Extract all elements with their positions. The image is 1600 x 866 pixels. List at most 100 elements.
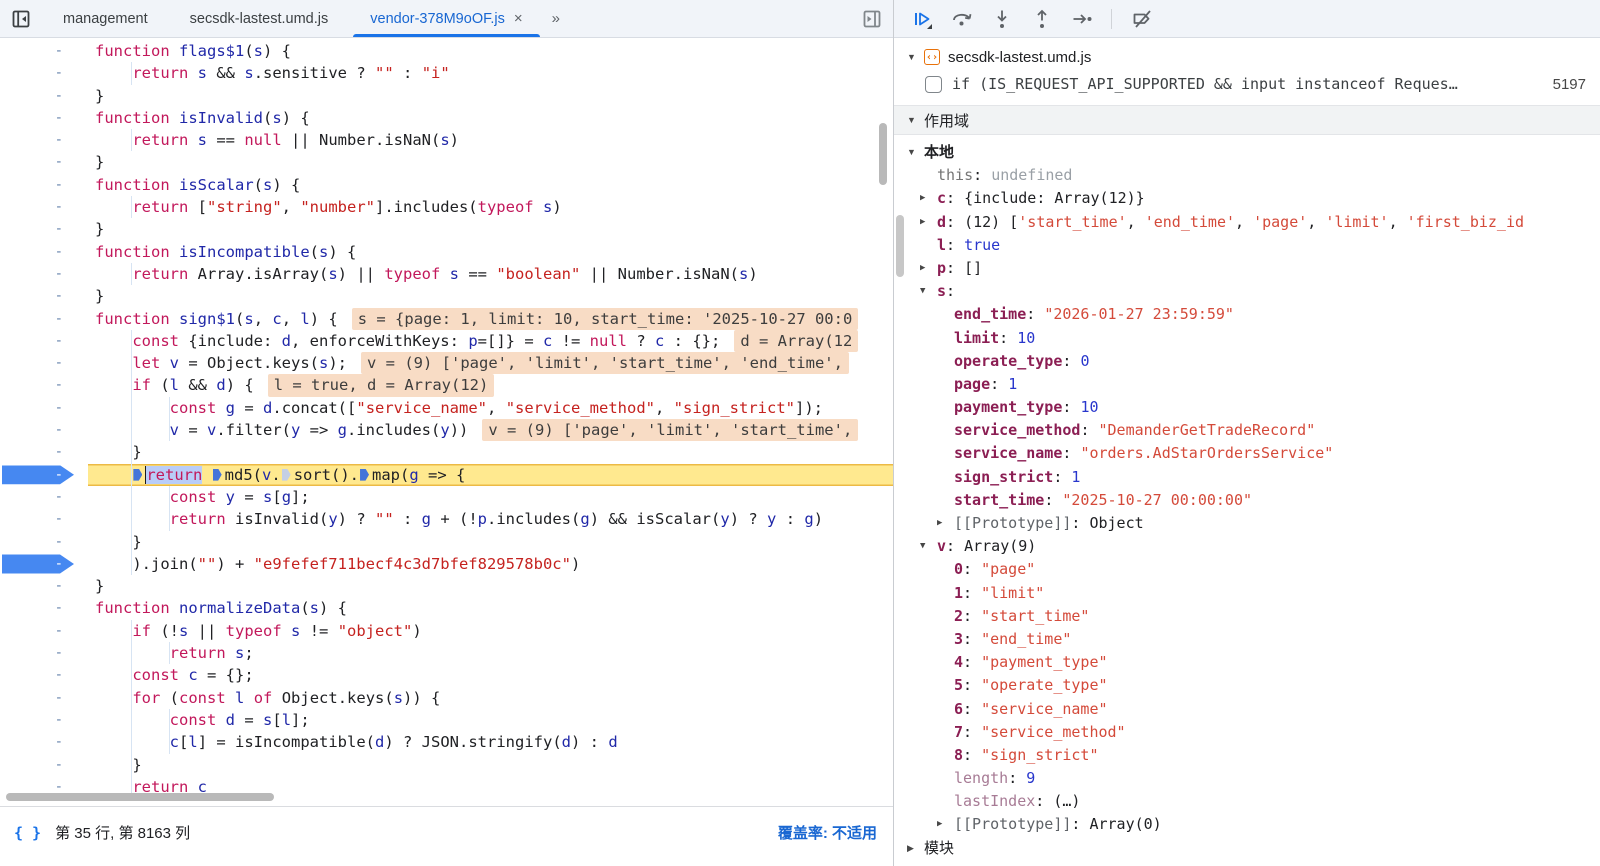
line-gutter[interactable]: -	[0, 397, 88, 419]
line-gutter[interactable]: -	[0, 218, 88, 240]
chevron-right-icon[interactable]: ▶	[920, 187, 937, 210]
editor-horizontal-scrollbar[interactable]	[6, 793, 274, 801]
line-gutter[interactable]: -	[0, 174, 88, 196]
tab-secsdk-lastest[interactable]: secsdk-lastest.umd.js	[169, 0, 350, 37]
scope-variable-row[interactable]: ▶ [[Prototype]]: Object	[894, 512, 1600, 535]
breakpoint-code-snippet: if (IS_REQUEST_API_SUPPORTED && input in…	[952, 75, 1458, 93]
line-gutter[interactable]: -	[0, 308, 88, 330]
step-button[interactable]	[1068, 5, 1095, 32]
line-gutter[interactable]: -	[0, 241, 88, 263]
pretty-print-button[interactable]: { }	[14, 824, 41, 842]
code-token: }	[95, 577, 105, 596]
line-gutter[interactable]: -	[0, 620, 88, 642]
code-token: }	[95, 287, 105, 306]
breakpoint-checkbox[interactable]	[925, 75, 942, 93]
chevron-right-icon[interactable]: ▶	[920, 211, 937, 234]
code-token: function	[95, 242, 170, 261]
chevron-right-icon[interactable]: ▶	[937, 512, 954, 535]
hide-navigator-button[interactable]	[0, 0, 42, 37]
scope-variable-row[interactable]: ▼ s:	[894, 280, 1600, 303]
scope-variable-row[interactable]: ▶ c: {include: Array(12)}	[894, 187, 1600, 210]
step-location-marker-icon[interactable]	[281, 468, 291, 481]
line-gutter[interactable]: -	[0, 731, 88, 753]
line-gutter[interactable]: -	[0, 419, 88, 441]
tabs-overflow-button[interactable]: »	[544, 0, 566, 37]
chevron-right-icon[interactable]: ▶	[907, 837, 924, 860]
gutter-dash: -	[54, 667, 63, 684]
chevron-right-icon[interactable]: ▶	[920, 257, 937, 280]
line-gutter[interactable]: -	[0, 642, 88, 664]
colon: :	[946, 212, 965, 231]
line-gutter[interactable]: -	[0, 62, 88, 84]
deactivate-breakpoints-button[interactable]	[1128, 5, 1155, 32]
scope-variable-row[interactable]: ▶ d: (12) ['start_time', 'end_time', 'pag…	[894, 211, 1600, 234]
code-line-row: - if (!s || typeof s != "object")	[0, 619, 893, 643]
line-gutter[interactable]: -	[0, 352, 88, 374]
step-out-icon	[1036, 9, 1047, 28]
line-gutter[interactable]: -	[0, 263, 88, 285]
line-gutter[interactable]: -	[0, 464, 88, 486]
breakpoint-entry[interactable]: if (IS_REQUEST_API_SUPPORTED && input in…	[894, 69, 1600, 99]
resume-script-button[interactable]	[908, 5, 935, 32]
step-out-button[interactable]	[1028, 5, 1055, 32]
line-gutter[interactable]: -	[0, 531, 88, 553]
chevron-down-icon[interactable]: ▼	[920, 535, 937, 558]
line-gutter[interactable]: -	[0, 553, 88, 575]
editor-vertical-scrollbar[interactable]	[879, 123, 887, 185]
breakpoint-file-group-header[interactable]: ▼ ‹› secsdk-lastest.umd.js	[894, 45, 1600, 69]
scope-variable-row[interactable]: ▼ v: Array(9)	[894, 535, 1600, 558]
step-location-marker-icon[interactable]	[212, 468, 222, 481]
chevron-right-icon[interactable]: ▶	[937, 813, 954, 836]
code-token: ] = isIncompatible(	[197, 733, 375, 752]
sidebar-scrollbar[interactable]	[896, 215, 904, 277]
step-location-marker-icon[interactable]	[360, 468, 370, 481]
code-token: s	[179, 621, 189, 640]
tab-vendor-active[interactable]: vendor-378M9oOF.js ×	[349, 0, 543, 37]
code-token: (	[300, 599, 310, 618]
line-gutter[interactable]: -	[0, 107, 88, 129]
line-gutter[interactable]: -	[0, 285, 88, 307]
line-gutter[interactable]: -	[0, 196, 88, 218]
code-line-content: function isInvalid(s) {	[88, 107, 893, 129]
line-gutter[interactable]: -	[0, 687, 88, 709]
step-location-marker-icon[interactable]	[133, 468, 143, 481]
property-value: true	[964, 235, 1001, 254]
line-gutter[interactable]: -	[0, 85, 88, 107]
coverage-status-link[interactable]: 覆盖率: 不适用	[778, 822, 877, 843]
code-token: ];	[291, 710, 310, 729]
code-token: "service_name"	[356, 398, 488, 417]
scope-variable-row[interactable]: ▶ p: []	[894, 257, 1600, 280]
line-gutter[interactable]: -	[0, 374, 88, 396]
indent-guide	[131, 463, 133, 486]
indent-guide	[131, 62, 133, 85]
line-gutter[interactable]: -	[0, 486, 88, 508]
line-gutter[interactable]: -	[0, 508, 88, 530]
code-token: y	[328, 510, 338, 529]
line-gutter[interactable]: -	[0, 575, 88, 597]
line-gutter[interactable]: -	[0, 664, 88, 686]
line-gutter[interactable]: -	[0, 441, 88, 463]
scope-section-row[interactable]: ▶ 模块	[894, 837, 1600, 860]
code-token: return	[132, 64, 189, 83]
line-gutter[interactable]: -	[0, 129, 88, 151]
show-debugger-sidebar-button[interactable]	[851, 0, 893, 37]
scope-section-row[interactable]: ▼ 本地	[894, 141, 1600, 164]
gutter-dash: -	[54, 154, 63, 171]
tab-close-icon[interactable]: ×	[514, 10, 523, 27]
chevron-down-icon[interactable]: ▼	[907, 141, 924, 164]
property-value: 1	[1008, 374, 1018, 393]
line-gutter[interactable]: -	[0, 330, 88, 352]
step-into-button[interactable]	[988, 5, 1015, 32]
line-gutter[interactable]: -	[0, 709, 88, 731]
scope-variable-row[interactable]: ▶ [[Prototype]]: Array(0)	[894, 813, 1600, 836]
scope-section-header[interactable]: ▼ 作用域	[894, 105, 1600, 135]
chevron-down-icon[interactable]: ▼	[920, 280, 937, 303]
code-line-row: -}	[0, 85, 893, 107]
line-gutter[interactable]: -	[0, 151, 88, 173]
step-over-button[interactable]	[948, 5, 975, 32]
line-gutter[interactable]: -	[0, 40, 88, 62]
line-gutter[interactable]: -	[0, 754, 88, 776]
tab-management[interactable]: management	[42, 0, 169, 37]
line-gutter[interactable]: -	[0, 597, 88, 619]
code-token: s	[542, 198, 553, 217]
